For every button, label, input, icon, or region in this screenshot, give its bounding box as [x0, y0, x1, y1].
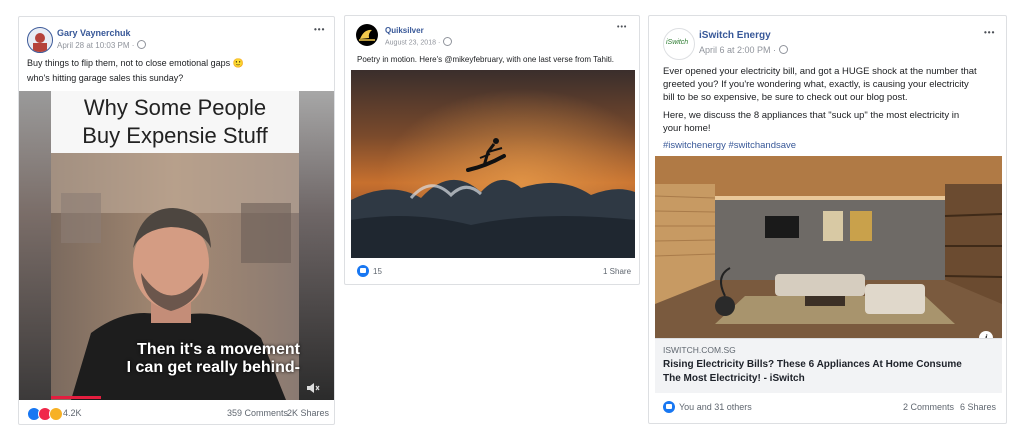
quiksilver-logo-icon — [359, 29, 375, 41]
timestamp-text: August 23, 2018 — [385, 39, 436, 47]
post-text-line: greeted you? If you're wondering what, e… — [663, 79, 969, 90]
link-domain: ISWITCH.COM.SG — [663, 345, 736, 355]
timestamp-text: April 28 at 10:03 PM — [57, 41, 130, 50]
title-text: Buy Expensi — [82, 123, 205, 148]
avatar[interactable] — [356, 24, 378, 46]
video-title-line: Buy Expensie Stuff — [51, 123, 299, 149]
globe-icon — [779, 45, 789, 55]
video-blur-left — [19, 91, 51, 400]
reaction-count[interactable]: You and 31 others — [679, 402, 752, 412]
post-text-line: bill to be so expensive, be sure to chec… — [663, 92, 908, 103]
author-name[interactable]: iSwitch Energy — [699, 30, 771, 41]
timestamp-text: April 6 at 2:00 PM — [699, 45, 771, 55]
comments-count[interactable]: 359 Comments — [227, 408, 288, 418]
mute-icon[interactable] — [306, 381, 320, 393]
link-preview[interactable]: ISWITCH.COM.SG Rising Electricity Bills?… — [655, 338, 1002, 393]
post-footer: 15 1 Share — [345, 265, 639, 279]
hashtags-link[interactable]: #iswitchenergy #switchandsave — [663, 140, 796, 151]
comments-count[interactable]: 2 Comments — [903, 402, 954, 412]
wow-reaction-icon — [49, 407, 63, 421]
post-card-iswitch: iSwitch iSwitch Energy April 6 at 2:00 P… — [648, 15, 1007, 424]
post-timestamp[interactable]: April 28 at 10:03 PM · — [57, 40, 147, 50]
author-name[interactable]: Quiksilver — [385, 26, 424, 35]
post-text: Poetry in motion. Here's @mikeyfebruary,… — [357, 55, 615, 64]
avatar[interactable]: iSwitch — [663, 28, 695, 60]
like-reaction-icon[interactable] — [357, 265, 369, 277]
post-timestamp[interactable]: August 23, 2018 · — [385, 37, 453, 47]
title-text: e Stuff — [204, 123, 268, 148]
video-caption-line: I can get really behind- — [126, 359, 300, 376]
video-title-line: Why Some People — [51, 95, 299, 121]
post-card-gary: Gary Vaynerchuk April 28 at 10:03 PM · •… — [18, 16, 335, 425]
post-footer: You and 31 others 2 Comments 6 Shares — [649, 401, 1006, 415]
more-options-button[interactable]: ••• — [984, 28, 995, 37]
post-card-quiksilver: Quiksilver August 23, 2018 · ••• Poetry … — [344, 15, 640, 285]
author-name[interactable]: Gary Vaynerchuk — [57, 28, 131, 38]
more-options-button[interactable]: ••• — [314, 25, 325, 34]
globe-icon — [443, 37, 453, 46]
more-options-button[interactable]: ••• — [617, 24, 627, 31]
reaction-count[interactable]: 4.2K — [63, 408, 82, 418]
shares-count[interactable]: 2K Shares — [287, 408, 329, 418]
like-reaction-icon[interactable] — [663, 401, 675, 413]
avatar[interactable] — [27, 27, 53, 53]
reaction-icons[interactable] — [27, 407, 63, 421]
title-text: eople — [212, 95, 267, 120]
video-caption-line: Then it's a movement — [137, 341, 300, 358]
post-text-line: your home! — [663, 123, 711, 134]
living-room-photo[interactable] — [655, 156, 1002, 338]
post-footer: 4.2K 359 Comments 2K Shares — [19, 407, 334, 421]
shares-count[interactable]: 6 Shares — [960, 402, 996, 412]
video-title-panel: Why Some People Buy Expensie Stuff — [51, 91, 299, 153]
post-text-line: who's hitting garage sales this sunday? — [27, 73, 184, 83]
video-player[interactable]: Why Some People Buy Expensie Stuff Then … — [19, 91, 334, 400]
post-text-line: Ever opened your electricity bill, and g… — [663, 66, 977, 77]
post-text-line: Here, we discuss the 8 appliances that "… — [663, 110, 960, 121]
video-progress-bar[interactable] — [51, 396, 101, 399]
link-title-line: Rising Electricity Bills? These 6 Applia… — [663, 359, 962, 370]
surf-photo[interactable] — [351, 70, 635, 258]
reaction-count[interactable]: 15 — [373, 267, 382, 276]
globe-icon — [137, 40, 147, 50]
title-text: Why Some P — [83, 95, 213, 120]
avatar-image — [28, 28, 52, 52]
post-text-line: Buy things to flip them, not to close em… — [27, 58, 244, 68]
link-title-line: The Most Electricity! - iSwitch — [663, 373, 805, 384]
post-timestamp[interactable]: April 6 at 2:00 PM · — [699, 45, 789, 55]
iswitch-logo: iSwitch — [666, 39, 689, 46]
shares-count[interactable]: 1 Share — [603, 267, 631, 276]
video-blur-right — [299, 91, 334, 400]
